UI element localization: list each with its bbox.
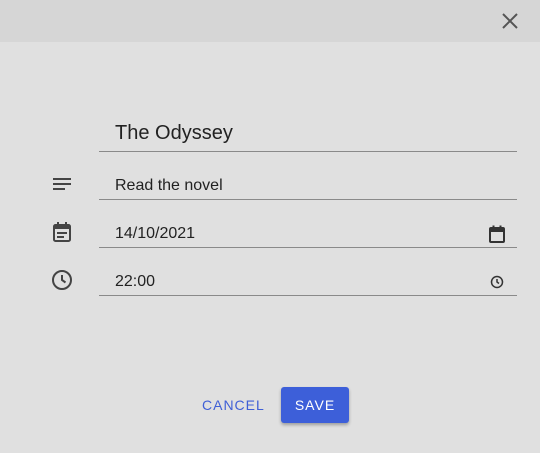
time-value: 22:00 [115, 272, 156, 290]
event-icon [50, 220, 74, 244]
save-button[interactable]: SAVE [281, 387, 349, 423]
description-value: Read the novel [115, 176, 223, 194]
time-picker-clock-icon[interactable] [485, 270, 509, 294]
date-field[interactable]: 14/10/2021 [99, 220, 517, 248]
description-field[interactable]: Read the novel [99, 172, 517, 200]
title-field[interactable]: The Odyssey [99, 116, 517, 152]
dialog-header [0, 0, 540, 42]
notes-icon [50, 172, 74, 196]
cancel-button[interactable]: CANCEL [194, 387, 273, 423]
event-dialog: The Odyssey Read the novel 14/10/2021 22… [0, 0, 540, 453]
clock-icon [50, 268, 74, 292]
close-button[interactable] [498, 9, 522, 33]
close-icon [502, 13, 518, 29]
title-value: The Odyssey [115, 122, 233, 144]
calendar-icon[interactable] [485, 222, 509, 246]
time-field[interactable]: 22:00 [99, 268, 517, 296]
dialog-actions: CANCEL SAVE [0, 387, 540, 423]
date-value: 14/10/2021 [115, 224, 196, 242]
